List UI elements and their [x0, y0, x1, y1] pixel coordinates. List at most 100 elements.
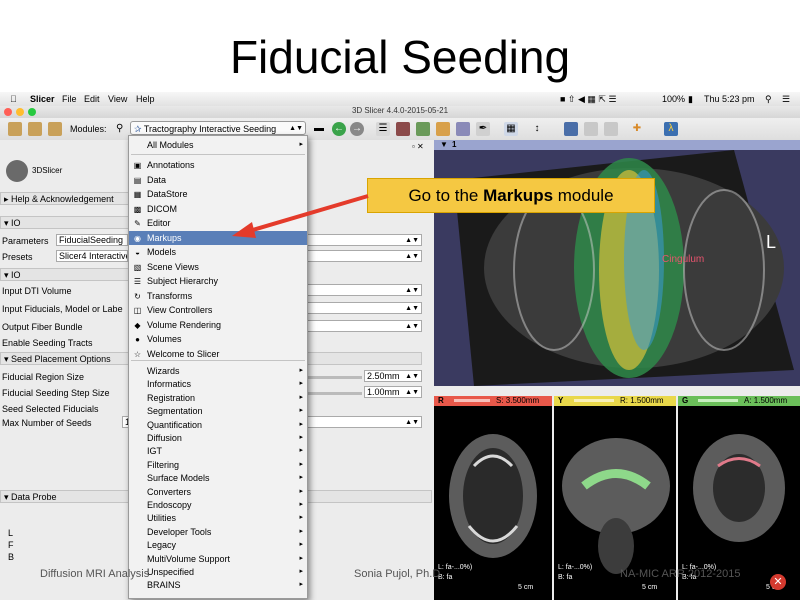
volumes-module-icon[interactable]: [396, 122, 410, 136]
scene-view-icon[interactable]: [584, 122, 598, 136]
minimize-window-button[interactable]: [16, 108, 24, 116]
menu-category-filtering[interactable]: Filtering ▸: [129, 458, 307, 472]
menu-category-converters[interactable]: Converters ▸: [129, 485, 307, 499]
probe-letter-l: L: [8, 528, 14, 538]
presets-select[interactable]: Slicer4 Interactive: [56, 250, 128, 262]
transforms-icon: ↻: [134, 291, 141, 301]
menu-item-dicom[interactable]: ▩ DICOM: [129, 202, 307, 216]
input-fiducials-select[interactable]: ▲▼: [306, 302, 422, 314]
menu-item-editor[interactable]: ✎ Editor: [129, 216, 307, 230]
io-section-2-label: IO: [11, 270, 21, 280]
load-dicom-icon[interactable]: [28, 122, 42, 136]
triangle-right-icon: ▸: [4, 194, 12, 204]
presets-label: Presets: [2, 252, 33, 262]
screenshot-icon[interactable]: [564, 122, 578, 136]
menu-category-informatics[interactable]: Informatics ▸: [129, 377, 307, 391]
menu-category-developer-tools[interactable]: Developer Tools ▸: [129, 525, 307, 539]
menu-category-diffusion[interactable]: Diffusion ▸: [129, 431, 307, 445]
menu-item-models[interactable]: ◒ Models: [129, 245, 307, 259]
panel-undock-icon[interactable]: ▫ ✕: [412, 142, 424, 151]
output-fiber-select[interactable]: ▲▼: [306, 320, 422, 332]
menu-item-label: View Controllers: [147, 305, 213, 315]
crosshair-menu-icon[interactable]: ↕: [530, 122, 544, 136]
menu-file[interactable]: File: [62, 94, 77, 104]
menu-category-legacy[interactable]: Legacy ▸: [129, 538, 307, 552]
parameters-select-tail[interactable]: ▲▼: [306, 234, 422, 246]
io-section-2[interactable]: ▾ IO: [0, 268, 132, 281]
search-icon[interactable]: ⚲: [765, 94, 772, 105]
menu-item-scene-views[interactable]: ▧ Scene Views: [129, 260, 307, 274]
menu-category-unspecified[interactable]: Unspecified ▸: [129, 565, 307, 579]
menu-item-label: Scene Views: [147, 261, 199, 272]
layout-icon[interactable]: ▦: [504, 122, 518, 136]
io-section-1[interactable]: ▾ IO: [0, 216, 132, 229]
menu-item-datastore[interactable]: ▦ DataStore: [129, 187, 307, 201]
region-size-spinbox[interactable]: 2.50mm ▲▼: [364, 370, 422, 382]
menu-item-markups[interactable]: ◉ Markups: [129, 230, 307, 245]
save-icon[interactable]: [48, 122, 62, 136]
back-icon[interactable]: ←: [332, 122, 346, 136]
load-data-icon[interactable]: [8, 122, 22, 136]
module-selector[interactable]: ✰ Tractography Interactive Seeding ▲▼: [130, 121, 306, 135]
presets-select-tail[interactable]: ▲▼: [306, 250, 422, 262]
slice-red-slider[interactable]: [454, 399, 490, 402]
slice-green-slider[interactable]: [698, 399, 738, 402]
menu-category-wizards[interactable]: Wizards ▸: [129, 364, 307, 378]
data-module-icon[interactable]: ☰: [376, 122, 390, 136]
step-size-slider[interactable]: [306, 392, 362, 395]
menu-item-transforms[interactable]: ↻ Transforms: [129, 289, 307, 303]
menu-item-data[interactable]: ▤ Data: [129, 173, 307, 187]
menu-category-endoscopy[interactable]: Endoscopy ▸: [129, 498, 307, 512]
parameters-select[interactable]: FiducialSeeding: [56, 234, 128, 246]
menu-help[interactable]: Help: [136, 94, 155, 104]
footer-center: Sonia Pujol, Ph.D.: [354, 568, 444, 580]
forward-icon[interactable]: →: [350, 122, 364, 136]
menu-item-view-controllers[interactable]: ◫ View Controllers: [129, 303, 307, 317]
menu-item-welcome-to-slicer[interactable]: ☆ Welcome to Slicer: [129, 347, 307, 361]
menu-category-igt[interactable]: IGT ▸: [129, 444, 307, 458]
menu-edit[interactable]: Edit: [84, 94, 100, 104]
menu-app-slicer[interactable]: Slicer: [30, 94, 55, 104]
apple-icon[interactable]: : [10, 94, 17, 104]
menu-category-segmentation[interactable]: Segmentation ▸: [129, 404, 307, 418]
menu-item-all-modules[interactable]: All Modules ▸: [129, 138, 307, 152]
module-history-icon[interactable]: ▬: [312, 122, 326, 136]
3d-pin-icon[interactable]: ▼: [440, 140, 448, 150]
zoom-window-button[interactable]: [28, 108, 36, 116]
slice-view-red[interactable]: R S: 3.500mm L: fa-...0%) B: fa 5 cm: [434, 396, 552, 600]
step-size-spinbox[interactable]: 1.00mm ▲▼: [364, 386, 422, 398]
markups-module-icon[interactable]: [456, 122, 470, 136]
python-icon[interactable]: λ: [664, 122, 678, 136]
input-dti-select[interactable]: ▲▼: [306, 284, 422, 296]
menu-item-volumes[interactable]: ● Volumes: [129, 332, 307, 346]
mouse-mode-icon[interactable]: [604, 122, 618, 136]
submenu-arrow-icon: ▸: [299, 474, 303, 482]
menu-list-icon[interactable]: ☰: [782, 94, 790, 105]
menu-category-surface-models[interactable]: Surface Models ▸: [129, 471, 307, 485]
menu-item-annotations[interactable]: ▣ Annotations: [129, 158, 307, 172]
max-seeds-spinbox-tail[interactable]: ▲▼: [306, 416, 422, 428]
markups-icon: ◉: [134, 233, 141, 243]
menu-category-brains[interactable]: BRAINS ▸: [129, 578, 307, 592]
seed-options-section[interactable]: ▾ Seed Placement Options: [0, 352, 132, 365]
3d-view[interactable]: ▼ 1 Cingulum L: [434, 140, 800, 386]
menu-category-utilities[interactable]: Utilities ▸: [129, 511, 307, 525]
menu-category-multivolume-support[interactable]: MultiVolume Support ▸: [129, 552, 307, 566]
close-window-button[interactable]: [4, 108, 12, 116]
place-fiducial-icon[interactable]: ✚: [630, 122, 644, 136]
menu-view[interactable]: View: [108, 94, 127, 104]
region-size-slider[interactable]: [306, 376, 362, 379]
slice-yellow-slider[interactable]: [574, 399, 614, 402]
models-module-icon[interactable]: [416, 122, 430, 136]
submenu-arrow-icon: ▸: [299, 367, 303, 374]
editor-module-icon[interactable]: ✒: [476, 122, 490, 136]
menu-category-label: Filtering: [147, 459, 180, 470]
transforms-module-icon[interactable]: [436, 122, 450, 136]
volume-rendering-icon: ◆: [134, 320, 141, 330]
menu-category-quantification[interactable]: Quantification ▸: [129, 418, 307, 432]
module-search-icon[interactable]: ⚲: [116, 123, 123, 134]
menu-item-volume-rendering[interactable]: ◆ Volume Rendering: [129, 318, 307, 332]
menu-category-registration[interactable]: Registration ▸: [129, 391, 307, 405]
close-icon[interactable]: ✕: [770, 574, 786, 590]
menu-item-subject-hierarchy[interactable]: ☰ Subject Hierarchy: [129, 274, 307, 288]
